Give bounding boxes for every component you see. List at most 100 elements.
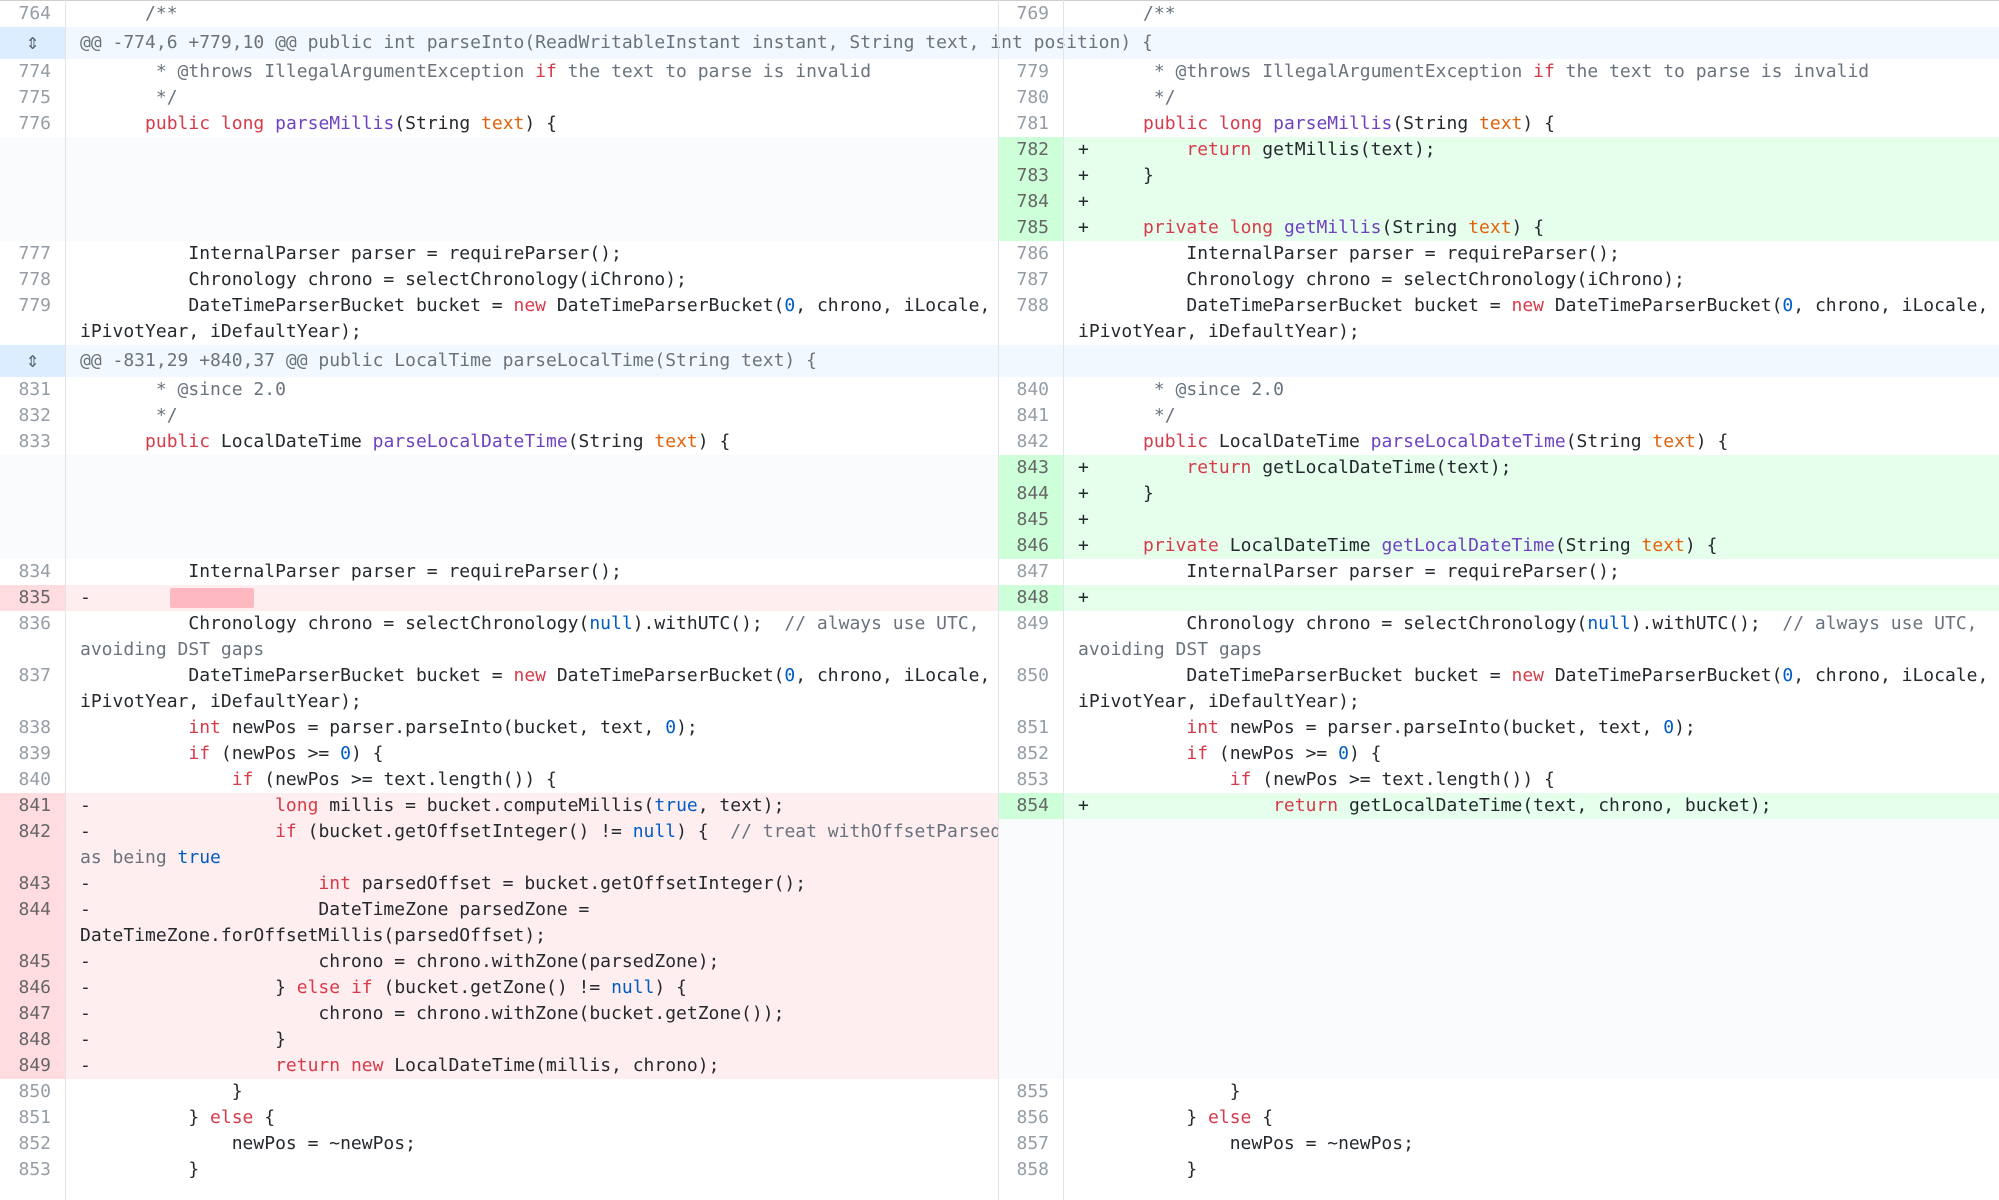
line-number[interactable]: [998, 637, 1063, 663]
line-number[interactable]: 853: [0, 1157, 65, 1183]
line-number[interactable]: 849: [0, 1053, 65, 1079]
code-line: * @throws IllegalArgumentException if th…: [1078, 61, 1870, 82]
right-diff-line: avoiding DST gaps: [998, 637, 1999, 663]
line-number[interactable]: 832: [0, 403, 65, 429]
line-number[interactable]: 845: [0, 949, 65, 975]
line-number[interactable]: [0, 689, 65, 715]
line-number[interactable]: 838: [0, 715, 65, 741]
line-number[interactable]: 769: [998, 1, 1063, 27]
line-number[interactable]: 841: [0, 793, 65, 819]
code-line: int newPos = parser.parseInto(bucket, te…: [1186, 717, 1696, 738]
line-number[interactable]: 843: [998, 455, 1063, 481]
expand-icon[interactable]: ⇕: [0, 27, 65, 59]
line-number[interactable]: 764: [0, 1, 65, 27]
expand-icon[interactable]: ⇕: [0, 345, 65, 377]
right-diff-line: 850 DateTimeParserBucket bucket = new Da…: [998, 663, 1999, 689]
line-number[interactable]: 831: [0, 377, 65, 403]
line-number[interactable]: 844: [998, 481, 1063, 507]
line-number[interactable]: 848: [998, 585, 1063, 611]
line-number[interactable]: 843: [0, 871, 65, 897]
line-number[interactable]: 786: [998, 241, 1063, 267]
left-diff-line: 831 * @since 2.0: [0, 377, 998, 403]
line-number[interactable]: [0, 845, 65, 871]
code-line: } else {: [80, 1107, 276, 1128]
left-diff-line: 834 InternalParser parser = requireParse…: [0, 559, 998, 585]
right-diff-line: [998, 923, 1999, 949]
line-number[interactable]: 857: [998, 1131, 1063, 1157]
line-number[interactable]: 782: [998, 137, 1063, 163]
left-diff-line: 844 - DateTimeZone parsedZone =: [0, 897, 998, 923]
line-number[interactable]: [0, 923, 65, 949]
line-number[interactable]: 774: [0, 59, 65, 85]
line-number[interactable]: 849: [998, 611, 1063, 637]
right-diff-line: iPivotYear, iDefaultYear);: [998, 689, 1999, 715]
line-number[interactable]: 846: [998, 533, 1063, 559]
line-number[interactable]: 788: [998, 293, 1063, 319]
left-diff-line: 836 Chronology chrono = selectChronology…: [0, 611, 998, 637]
line-number[interactable]: 784: [998, 189, 1063, 215]
line-number[interactable]: 834: [0, 559, 65, 585]
line-number[interactable]: 842: [0, 819, 65, 845]
line-number[interactable]: 776: [0, 111, 65, 137]
line-number[interactable]: 777: [0, 241, 65, 267]
line-number[interactable]: 844: [0, 897, 65, 923]
line-number[interactable]: 847: [0, 1001, 65, 1027]
left-diff-line: DateTimeZone.forOffsetMillis(parsedOffse…: [0, 923, 998, 949]
code-line: - }: [80, 1029, 286, 1050]
line-number[interactable]: 848: [0, 1027, 65, 1053]
line-number[interactable]: 779: [998, 59, 1063, 85]
right-diff-line: [998, 819, 1999, 845]
line-number[interactable]: [0, 637, 65, 663]
line-number[interactable]: 778: [0, 267, 65, 293]
code-line: +: [1078, 191, 1089, 212]
line-number[interactable]: 785: [998, 215, 1063, 241]
line-number[interactable]: 851: [998, 715, 1063, 741]
right-diff-line: [998, 845, 1999, 871]
line-number[interactable]: 853: [998, 767, 1063, 793]
line-number[interactable]: [998, 689, 1063, 715]
line-number[interactable]: 852: [0, 1131, 65, 1157]
line-number[interactable]: 854: [998, 793, 1063, 819]
line-number[interactable]: 839: [0, 741, 65, 767]
line-number[interactable]: 780: [998, 85, 1063, 111]
line-number[interactable]: 779: [0, 293, 65, 319]
left-diff-line: 852 newPos = ~newPos;: [0, 1131, 998, 1157]
line-number[interactable]: 783: [998, 163, 1063, 189]
code-line: }: [80, 1081, 243, 1102]
left-diff-line: 846 - } else if (bucket.getZone() != null…: [0, 975, 998, 1001]
line-number[interactable]: 833: [0, 429, 65, 455]
line-number[interactable]: [0, 319, 65, 345]
line-number[interactable]: 836: [0, 611, 65, 637]
line-number[interactable]: 845: [998, 507, 1063, 533]
line-number[interactable]: 841: [998, 403, 1063, 429]
code-line: InternalParser parser = requireParser();: [1078, 243, 1620, 264]
line-number[interactable]: 850: [998, 663, 1063, 689]
line-number[interactable]: 787: [998, 267, 1063, 293]
code-line: + private LocalDateTime getLocalDateTime…: [1078, 535, 1718, 556]
line-number[interactable]: 850: [0, 1079, 65, 1105]
line-number[interactable]: 840: [0, 767, 65, 793]
line-number[interactable]: 846: [0, 975, 65, 1001]
right-diff-line: 786 InternalParser parser = requireParse…: [998, 241, 1999, 267]
left-diff-line: 778 Chronology chrono = selectChronology…: [0, 267, 998, 293]
line-number[interactable]: 842: [998, 429, 1063, 455]
line-number[interactable]: [998, 319, 1063, 345]
line-number[interactable]: 858: [998, 1157, 1063, 1183]
line-number[interactable]: 852: [998, 741, 1063, 767]
line-number[interactable]: 840: [998, 377, 1063, 403]
right-diff-line: 784 +: [998, 189, 1999, 215]
code-line: * @throws IllegalArgumentException if th…: [80, 61, 872, 82]
line-number[interactable]: 847: [998, 559, 1063, 585]
line-number[interactable]: 835: [0, 585, 65, 611]
left-diff-line: [0, 215, 998, 241]
line-number[interactable]: 851: [0, 1105, 65, 1131]
right-diff-line: 844 + }: [998, 481, 1999, 507]
code-line: avoiding DST gaps: [1078, 639, 1263, 660]
code-line: DateTimeParserBucket bucket = new DateTi…: [80, 295, 991, 316]
line-number[interactable]: 837: [0, 663, 65, 689]
line-number[interactable]: 855: [998, 1079, 1063, 1105]
line-number[interactable]: 775: [0, 85, 65, 111]
line-number[interactable]: 856: [998, 1105, 1063, 1131]
left-diff-line: 840 if (newPos >= text.length()) {: [0, 767, 998, 793]
line-number[interactable]: 781: [998, 111, 1063, 137]
